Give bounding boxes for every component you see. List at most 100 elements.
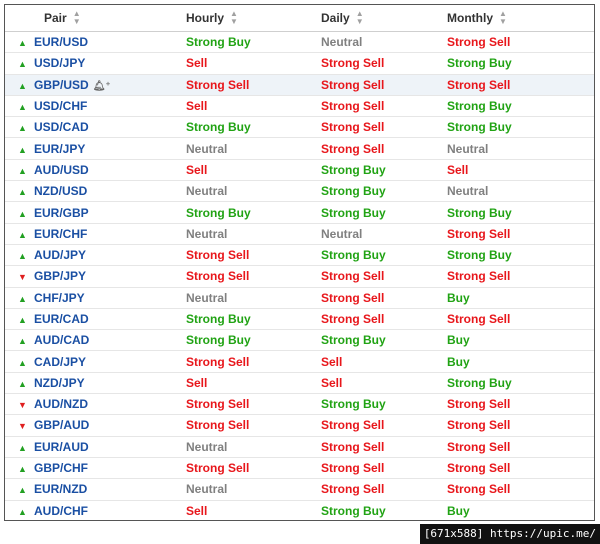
daily-signal: Strong Sell bbox=[321, 77, 385, 92]
table-row[interactable]: ▲ EUR/CHF Neutral Neutral Strong Sell bbox=[5, 224, 594, 245]
table-row[interactable]: ▲ EUR/CAD Strong Buy Strong Sell Strong Sell bbox=[5, 309, 594, 331]
pair-link[interactable]: EUR/CAD bbox=[34, 312, 89, 326]
pair-cell: ▲ EUR/JPY bbox=[5, 142, 186, 156]
pair-cell: ▲ EUR/CHF bbox=[5, 227, 186, 241]
pair-link[interactable]: EUR/NZD bbox=[34, 482, 87, 496]
pair-link[interactable]: AUD/CAD bbox=[34, 333, 89, 347]
daily-signal: Sell bbox=[321, 375, 343, 390]
arrow-up-icon: ▲ bbox=[18, 506, 27, 517]
hourly-signal: Strong Buy bbox=[186, 35, 251, 50]
table-row[interactable]: ▲ AUD/USD Sell Strong Buy Sell bbox=[5, 160, 594, 182]
pair-cell: ▲ AUD/CAD bbox=[5, 333, 186, 347]
pair-link[interactable]: EUR/CHF bbox=[34, 227, 87, 241]
pair-link[interactable]: USD/CAD bbox=[34, 120, 89, 134]
column-header-hourly-label: Hourly bbox=[186, 11, 225, 25]
table-row[interactable]: ▲ AUD/CHF Sell Strong Buy Buy bbox=[5, 501, 594, 520]
table-row[interactable]: ▲ EUR/AUD Neutral Strong Sell Strong Sell bbox=[5, 437, 594, 458]
pair-link[interactable]: AUD/NZD bbox=[34, 397, 88, 411]
pair-link[interactable]: AUD/JPY bbox=[34, 248, 86, 262]
table-row[interactable]: ▲ GBP/USD 🔔︎⁺ Strong Sell Strong Sell Strong … bbox=[5, 74, 594, 96]
pair-cell: ▲ AUD/CHF bbox=[5, 504, 186, 518]
daily-signal: Strong Sell bbox=[321, 290, 385, 305]
hourly-signal: Strong Buy bbox=[186, 333, 251, 348]
column-header-daily[interactable]: Daily ▲ ▼ bbox=[321, 10, 447, 26]
pair-link[interactable]: USD/CHF bbox=[34, 99, 87, 113]
hourly-signal: Neutral bbox=[186, 482, 228, 497]
table-row[interactable]: ▲ AUD/JPY Strong Sell Strong Buy Strong Buy bbox=[5, 245, 594, 267]
pair-link[interactable]: CHF/JPY bbox=[34, 291, 85, 305]
column-header-hourly[interactable]: Hourly ▲ ▼ bbox=[186, 10, 321, 26]
table-row[interactable]: ▲ EUR/NZD Neutral Strong Sell Strong Sell bbox=[5, 479, 594, 501]
hourly-signal: Sell bbox=[186, 503, 208, 518]
daily-signal: Strong Buy bbox=[321, 184, 386, 199]
hourly-signal: Neutral bbox=[186, 141, 228, 156]
arrow-up-icon: ▲ bbox=[18, 442, 27, 453]
pair-link[interactable]: GBP/USD bbox=[34, 78, 89, 92]
pair-link[interactable]: NZD/JPY bbox=[34, 376, 85, 390]
monthly-signal: Strong Sell bbox=[447, 226, 511, 241]
pair-link[interactable]: CAD/JPY bbox=[34, 355, 86, 369]
arrow-up-icon: ▲ bbox=[18, 80, 27, 91]
pair-link[interactable]: EUR/USD bbox=[34, 35, 88, 49]
table-row[interactable]: ▲ USD/CHF Sell Strong Sell Strong Buy bbox=[5, 96, 594, 118]
sort-icon: ▲ ▼ bbox=[355, 9, 364, 26]
column-header-pair[interactable]: Pair ▲ ▼ bbox=[5, 10, 186, 26]
pair-cell: ▲ GBP/CHF bbox=[5, 461, 186, 475]
pair-link[interactable]: USD/JPY bbox=[34, 56, 85, 70]
pair-link[interactable]: EUR/AUD bbox=[34, 440, 89, 454]
table-row[interactable]: ▼ AUD/NZD Strong Sell Strong Buy Strong Sell bbox=[5, 394, 594, 416]
table-row[interactable]: ▲ CAD/JPY Strong Sell Sell Buy bbox=[5, 351, 594, 373]
hourly-signal: Strong Buy bbox=[186, 312, 251, 326]
table-row[interactable]: ▲ CHF/JPY Neutral Strong Sell Buy bbox=[5, 288, 594, 309]
monthly-signal: Strong Buy bbox=[447, 205, 512, 220]
alert-bell-icon[interactable]: 🔔︎⁺ bbox=[93, 81, 111, 92]
table-header: Pair ▲ ▼ Hourly ▲ ▼ Daily ▲ ▼ Monthly ▲ ▼ bbox=[5, 5, 594, 32]
watermark: [671x588] https://upic.me/ bbox=[419, 524, 600, 544]
pair-link[interactable]: AUD/USD bbox=[34, 163, 89, 177]
table-row[interactable]: ▲ EUR/USD Strong Buy Neutral Strong Sell bbox=[5, 32, 594, 54]
daily-signal: Strong Buy bbox=[321, 162, 386, 177]
hourly-signal: Strong Sell bbox=[186, 269, 250, 284]
pair-cell: ▼ GBP/AUD bbox=[5, 418, 186, 432]
pair-cell: ▲ NZD/USD bbox=[5, 184, 186, 198]
arrow-up-icon: ▲ bbox=[18, 165, 27, 176]
monthly-signal: Strong Sell bbox=[447, 35, 511, 50]
hourly-signal: Strong Sell bbox=[186, 77, 250, 92]
table-row[interactable]: ▼ GBP/JPY Strong Sell Strong Sell Strong Sel… bbox=[5, 266, 594, 288]
hourly-signal: Strong Sell bbox=[186, 397, 250, 412]
table-row[interactable]: ▲ USD/JPY Sell Strong Sell Strong Buy bbox=[5, 53, 594, 75]
table-row[interactable]: ▲ GBP/CHF Strong Sell Strong Sell Strong Sel… bbox=[5, 458, 594, 480]
table-row[interactable]: ▲ NZD/USD Neutral Strong Buy Neutral bbox=[5, 181, 594, 203]
pair-link[interactable]: GBP/CHF bbox=[34, 461, 88, 475]
monthly-signal: Buy bbox=[447, 354, 470, 369]
monthly-signal: Strong Sell bbox=[447, 439, 511, 454]
pair-link[interactable]: EUR/GBP bbox=[34, 206, 89, 220]
pair-link[interactable]: AUD/CHF bbox=[34, 504, 88, 518]
pair-cell: ▲ AUD/USD bbox=[5, 163, 186, 177]
monthly-signal: Strong Sell bbox=[447, 397, 511, 412]
hourly-signal: Sell bbox=[186, 375, 208, 390]
pair-cell: ▲ CAD/JPY bbox=[5, 355, 186, 369]
daily-signal: Neutral bbox=[321, 35, 363, 50]
table-row[interactable]: ▲ AUD/CAD Strong Buy Strong Buy Buy bbox=[5, 330, 594, 352]
pair-link[interactable]: NZD/USD bbox=[34, 184, 87, 198]
table-row[interactable]: ▲ USD/CAD Strong Buy Strong Sell Strong Buy bbox=[5, 117, 594, 139]
arrow-up-icon: ▲ bbox=[18, 251, 27, 262]
arrow-up-icon: ▲ bbox=[18, 229, 27, 240]
pair-cell: ▲ CHF/JPY bbox=[5, 291, 186, 305]
arrow-up-icon: ▲ bbox=[18, 315, 27, 325]
table-row[interactable]: ▲ NZD/JPY Sell Sell Strong Buy bbox=[5, 373, 594, 395]
pair-link[interactable]: EUR/JPY bbox=[34, 142, 85, 156]
table-row[interactable]: ▼ GBP/AUD Strong Sell Strong Sell Strong Sel… bbox=[5, 415, 594, 437]
table-row[interactable]: ▲ EUR/JPY Neutral Strong Sell Neutral bbox=[5, 138, 594, 160]
hourly-signal: Sell bbox=[186, 56, 208, 71]
daily-signal: Strong Buy bbox=[321, 205, 386, 220]
pair-link[interactable]: GBP/AUD bbox=[34, 418, 89, 432]
daily-signal: Strong Buy bbox=[321, 248, 386, 263]
daily-signal: Strong Sell bbox=[321, 56, 385, 71]
daily-signal: Strong Sell bbox=[321, 141, 385, 156]
column-header-monthly[interactable]: Monthly ▲ ▼ bbox=[447, 10, 594, 26]
monthly-signal: Buy bbox=[447, 503, 470, 518]
table-row[interactable]: ▲ EUR/GBP Strong Buy Strong Buy Strong Buy bbox=[5, 202, 594, 224]
pair-link[interactable]: GBP/JPY bbox=[34, 269, 86, 283]
